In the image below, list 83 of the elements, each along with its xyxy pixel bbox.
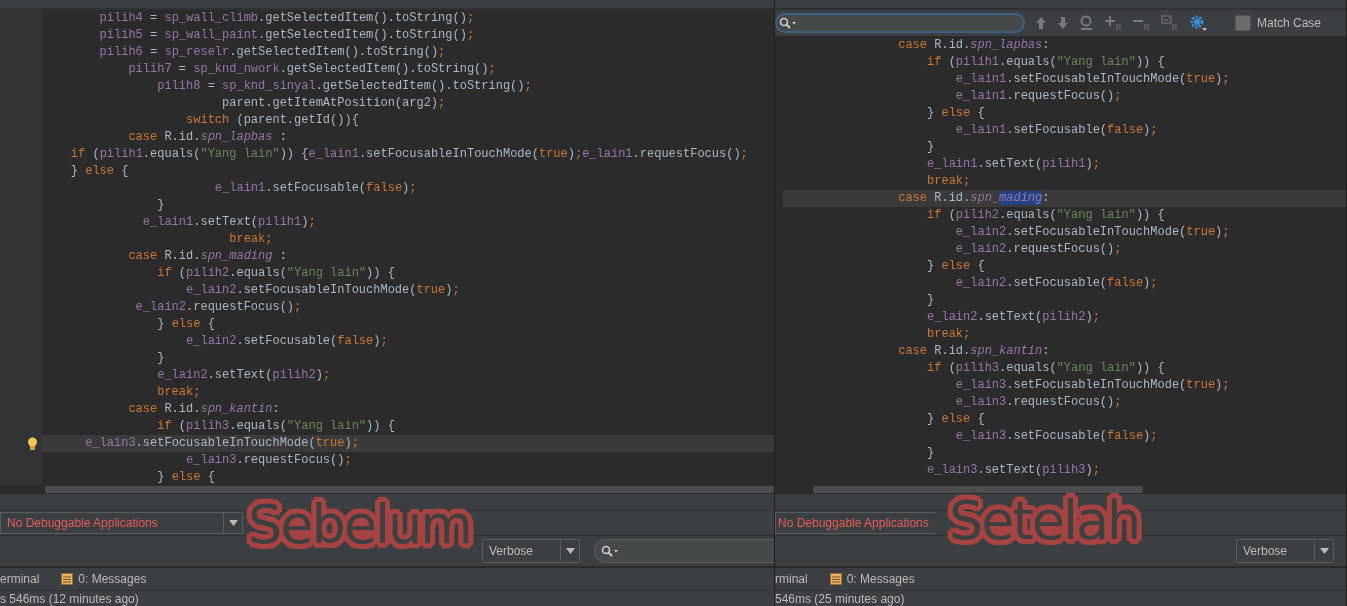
search-icon[interactable] [601, 545, 619, 557]
code-line: if (pilih1.equals("Yang lain")) { [926, 54, 1166, 71]
code-line: } else { [156, 316, 216, 333]
log-search-field[interactable] [594, 539, 774, 563]
code-line: parent.getItemAtPosition(arg2); [221, 95, 447, 112]
code-line: case R.id.spn_lapbas: [897, 37, 1051, 54]
code-line: pilih8 = sp_knd_sinyal.getSelectedItem().toString(); [156, 78, 533, 95]
code-line: e_lain3.requestFocus(); [954, 394, 1123, 411]
code-line: case R.id.spn_mading : [127, 248, 288, 265]
code-line: break; [926, 326, 972, 343]
code-line: } else { [69, 163, 130, 180]
code-line: break; [926, 173, 972, 190]
code-line: } else { [926, 411, 986, 428]
messages-icon [61, 573, 74, 585]
messages-icon [829, 573, 842, 585]
code-line: pilih7 = sp_knd_nwork.getSelectedItem().toString(); [127, 61, 497, 78]
code-line: } [156, 350, 166, 367]
code-line: } [156, 197, 166, 214]
log-level-dropdown[interactable]: Verbose [1236, 539, 1334, 563]
code-line: } [926, 139, 936, 156]
code-line: } else { [926, 258, 986, 275]
code-line: e_lain3.setFocusable(false); [954, 428, 1159, 445]
tool-window-tab[interactable]: 0: Messages [61, 572, 147, 586]
scrollbar-thumb[interactable] [813, 485, 1143, 493]
code-line: e_lain2.setText(pilih2); [926, 309, 1101, 326]
code-line: case R.id.spn_kantin: [897, 343, 1051, 360]
code-line: } [926, 445, 936, 462]
code-line: e_lain1.setText(pilih1); [926, 156, 1101, 173]
code-line: e_lain3.setText(pilih3); [926, 462, 1101, 479]
search-icon[interactable] [779, 17, 797, 29]
tool-window-tab[interactable]: 0: Messages [829, 572, 915, 586]
code-line: e_lain2.setFocusableInTouchMode(true); [954, 224, 1231, 241]
code-line: if (pilih3.equals("Yang lain")) { [926, 360, 1166, 377]
code-line: switch (parent.getId()){ [185, 112, 360, 129]
code-line: case R.id.spn_kantin: [127, 401, 281, 418]
log-level-dropdown[interactable]: Verbose [482, 539, 580, 563]
find-occurrences-icon[interactable] [1079, 15, 1095, 31]
code-line: break; [228, 231, 274, 248]
add-occurrence-icon[interactable] [1105, 15, 1123, 31]
code-line: } else { [156, 469, 216, 485]
code-line: e_lain3.setFocusableInTouchMode(true); [954, 377, 1231, 394]
code-line: if (pilih3.equals("Yang lain")) { [156, 418, 396, 435]
code-line: e_lain2.setFocusable(false); [185, 333, 389, 350]
code-line: } [926, 292, 936, 309]
code-line: e_lain2.setFocusable(false); [954, 275, 1159, 292]
scrollbar-thumb[interactable] [45, 485, 774, 493]
code-line: pilih6 = sp_reselr.getSelectedItem().toString(); [98, 44, 447, 61]
code-line: e_lain3.requestFocus(); [185, 452, 353, 469]
code-line: } else { [926, 105, 986, 122]
status-text: 546ms (25 minutes ago) [775, 591, 1346, 606]
device-dropdown[interactable]: No Debuggable Applications [0, 512, 243, 534]
dropdown-arrow-icon[interactable] [565, 548, 575, 554]
code-line: e_lain2.requestFocus(); [954, 241, 1123, 258]
code-line: if (pilih1.equals("Yang lain")) {e_lain1.setFocusableInTouchMode(true);e_lain1.requestFocus(); [69, 146, 749, 163]
code-line: e_lain1.setText(pilih1); [141, 214, 317, 231]
match-case-checkbox[interactable] [1235, 15, 1251, 31]
code-line: break; [156, 384, 202, 401]
settings-icon[interactable] [1189, 14, 1207, 32]
match-case-label[interactable]: Match Case [1257, 16, 1322, 30]
code-line: e_lain1.setFocusableInTouchMode(true); [954, 71, 1231, 88]
down-arrow-icon[interactable] [1057, 16, 1069, 30]
code-line: e_lain2.setText(pilih2); [156, 367, 332, 384]
code-line: if (pilih2.equals("Yang lain")) { [156, 265, 396, 282]
tool-window-tab[interactable]: erminal [0, 572, 40, 586]
code-line: pilih5 = sp_wall_paint.getSelectedItem().toString(); [98, 27, 476, 44]
lightbulb-icon[interactable] [27, 436, 38, 451]
caption-label: Setelah [949, 494, 1140, 548]
tool-window-tab[interactable]: rminal [775, 572, 808, 586]
status-text: s 546ms (12 minutes ago) [0, 591, 774, 606]
dropdown-arrow-icon[interactable] [1319, 548, 1329, 554]
device-dropdown[interactable]: No Debuggable Applications [775, 512, 935, 534]
select-all-occurrences-icon[interactable] [1161, 15, 1179, 31]
find-field[interactable] [775, 13, 1025, 33]
code-line: e_lain1.setFocusable(false); [954, 122, 1159, 139]
code-line: e_lain1.requestFocus(); [954, 88, 1123, 105]
code-line: case R.id.spn_lapbas : [127, 129, 288, 146]
code-line: e_lain1.setFocusable(false); [213, 180, 418, 197]
code-line: e_lain2.setFocusableInTouchMode(true); [185, 282, 461, 299]
code-line: e_lain2.requestFocus(); [134, 299, 303, 316]
up-arrow-icon[interactable] [1035, 16, 1047, 30]
dropdown-arrow-icon[interactable] [228, 520, 238, 526]
code-line: if (pilih2.equals("Yang lain")) { [926, 207, 1166, 224]
code-line: pilih4 = sp_wall_climb.getSelectedItem().toString(); [98, 10, 476, 27]
